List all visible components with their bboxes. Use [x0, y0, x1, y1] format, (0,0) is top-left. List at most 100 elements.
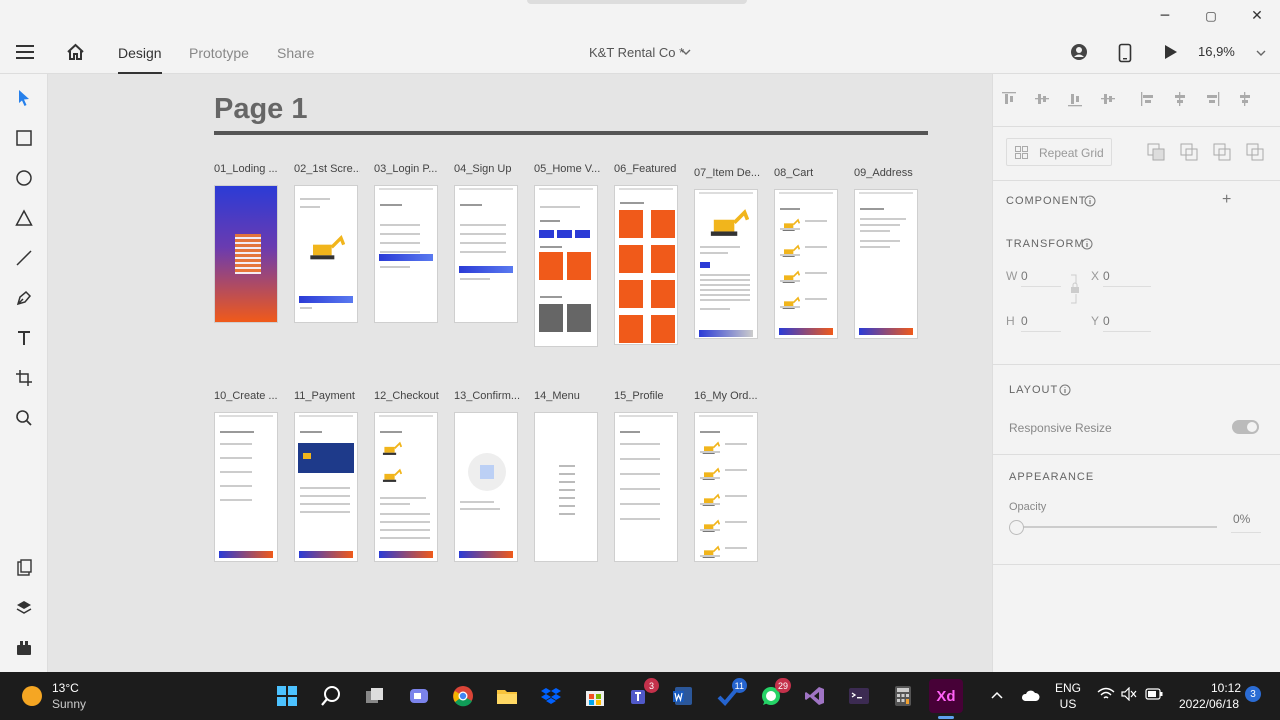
artboard-label[interactable]: 07_Item De...: [694, 167, 760, 179]
artboard-cart[interactable]: [774, 189, 838, 339]
artboard-label[interactable]: 13_Confirm...: [454, 390, 520, 402]
opacity-slider-track[interactable]: [1021, 526, 1217, 528]
artboard-label[interactable]: 16_My Ord...: [694, 390, 760, 402]
plugins-panel-icon[interactable]: [12, 636, 36, 660]
chrome-icon[interactable]: [449, 682, 477, 710]
artboard-home[interactable]: [534, 185, 598, 347]
artboard-item[interactable]: [694, 189, 758, 339]
notification-count-badge[interactable]: 3: [1245, 686, 1261, 702]
battery-icon[interactable]: [1145, 688, 1163, 700]
width-input[interactable]: 0: [1021, 269, 1061, 287]
add-component-icon[interactable]: +: [1222, 191, 1231, 209]
opacity-value[interactable]: 0%: [1233, 512, 1250, 526]
artboard-label[interactable]: 01_Loding ...: [214, 163, 280, 175]
artboard-signup[interactable]: [454, 185, 518, 323]
distribute-vertical-icon[interactable]: [1100, 91, 1116, 107]
artboard-welcome[interactable]: [294, 185, 358, 323]
exclude-boolean-icon[interactable]: [1246, 143, 1264, 161]
terminal-icon[interactable]: [845, 682, 873, 710]
height-input[interactable]: 0: [1021, 314, 1061, 332]
chat-icon[interactable]: [405, 682, 433, 710]
artboard-label[interactable]: 08_Cart: [774, 167, 840, 179]
minimize-button[interactable]: ─: [1142, 0, 1188, 32]
layers-panel-icon[interactable]: [12, 596, 36, 620]
artboard-login[interactable]: [374, 185, 438, 323]
design-canvas[interactable]: Page 1 01_Loding ... 02_1st Scre... 03_Log…: [48, 74, 992, 672]
microsoft-store-icon[interactable]: [581, 682, 609, 710]
artboard-checkout[interactable]: [374, 412, 438, 562]
volume-muted-icon[interactable]: [1121, 687, 1137, 701]
opacity-slider-handle[interactable]: [1009, 520, 1024, 535]
artboard-label[interactable]: 04_Sign Up: [454, 163, 520, 175]
artboard-label[interactable]: 10_Create ...: [214, 390, 280, 402]
align-left-icon[interactable]: [1140, 91, 1156, 107]
repeat-grid-button[interactable]: Repeat Grid: [1006, 138, 1112, 166]
zoom-chevron-icon[interactable]: [1256, 49, 1266, 57]
artboard-loading[interactable]: [214, 185, 278, 323]
calculator-icon[interactable]: [889, 682, 917, 710]
adobe-xd-icon[interactable]: Xd: [929, 679, 963, 713]
align-top-icon[interactable]: [1001, 91, 1017, 107]
layout-info-icon[interactable]: [1059, 384, 1071, 396]
line-tool-icon[interactable]: [12, 246, 36, 270]
zoom-level[interactable]: 16,9%: [1198, 44, 1235, 59]
mobile-preview-icon[interactable]: [1118, 43, 1132, 63]
align-bottom-icon[interactable]: [1067, 91, 1083, 107]
play-icon[interactable]: [1164, 44, 1178, 60]
ellipse-tool-icon[interactable]: [12, 166, 36, 190]
todo-icon[interactable]: 11: [713, 678, 747, 710]
align-center-icon[interactable]: [1172, 91, 1188, 107]
polygon-tool-icon[interactable]: [12, 206, 36, 230]
drag-handle[interactable]: [527, 0, 747, 4]
task-view-icon[interactable]: [361, 682, 389, 710]
y-input[interactable]: 0: [1103, 314, 1151, 332]
lock-aspect-icon[interactable]: [1069, 274, 1081, 304]
tab-prototype[interactable]: Prototype: [189, 45, 249, 61]
artboard-payment[interactable]: [294, 412, 358, 562]
artboard-form[interactable]: [214, 412, 278, 562]
intersect-boolean-icon[interactable]: [1213, 143, 1231, 161]
whatsapp-icon[interactable]: 29: [757, 678, 791, 710]
add-boolean-icon[interactable]: [1147, 143, 1165, 161]
document-title[interactable]: K&T Rental Co *: [589, 45, 684, 60]
transform-info-icon[interactable]: [1081, 238, 1093, 250]
search-icon[interactable]: [317, 682, 345, 710]
tab-design[interactable]: Design: [118, 45, 162, 74]
home-icon[interactable]: [66, 43, 85, 61]
subtract-boolean-icon[interactable]: [1180, 143, 1198, 161]
align-middle-icon[interactable]: [1034, 91, 1050, 107]
start-icon[interactable]: [273, 682, 301, 710]
visual-studio-icon[interactable]: [801, 682, 829, 710]
info-icon[interactable]: [1084, 195, 1096, 207]
artboard-label[interactable]: 11_Payment: [294, 390, 360, 402]
onedrive-cloud-icon[interactable]: [1020, 688, 1040, 702]
close-button[interactable]: ✕: [1234, 0, 1280, 32]
artboard-tool-icon[interactable]: [12, 366, 36, 390]
responsive-resize-toggle[interactable]: [1232, 420, 1259, 434]
dropbox-icon[interactable]: [537, 682, 565, 710]
align-right-icon[interactable]: [1204, 91, 1220, 107]
artboard-label[interactable]: 09_Address: [854, 167, 920, 179]
distribute-horizontal-icon[interactable]: [1237, 91, 1253, 107]
select-tool-icon[interactable]: [12, 86, 36, 110]
word-icon[interactable]: [669, 682, 697, 710]
artboard-confirm[interactable]: [454, 412, 518, 562]
tray-chevron-up-icon[interactable]: [990, 690, 1004, 700]
artboard-orders[interactable]: [694, 412, 758, 562]
artboard-label[interactable]: 12_Checkout: [374, 390, 440, 402]
weather-temperature[interactable]: 13°C: [52, 681, 79, 695]
pen-tool-icon[interactable]: [12, 286, 36, 310]
artboard-label[interactable]: 06_Featured: [614, 163, 680, 175]
sun-weather-icon[interactable]: [22, 686, 42, 706]
artboard-menu[interactable]: [534, 412, 598, 562]
artboard-label[interactable]: 15_Profile: [614, 390, 680, 402]
wifi-icon[interactable]: [1097, 687, 1115, 701]
artboard-address[interactable]: [854, 189, 918, 339]
artboard-label[interactable]: 14_Menu: [534, 390, 600, 402]
artboard-label[interactable]: 03_Login P...: [374, 163, 440, 175]
artboard-label[interactable]: 05_Home V...: [534, 163, 600, 175]
zoom-tool-icon[interactable]: [12, 406, 36, 430]
language-indicator[interactable]: ENG: [1052, 681, 1084, 695]
teams-icon[interactable]: 3: [625, 678, 659, 710]
user-account-icon[interactable]: [1070, 43, 1088, 61]
